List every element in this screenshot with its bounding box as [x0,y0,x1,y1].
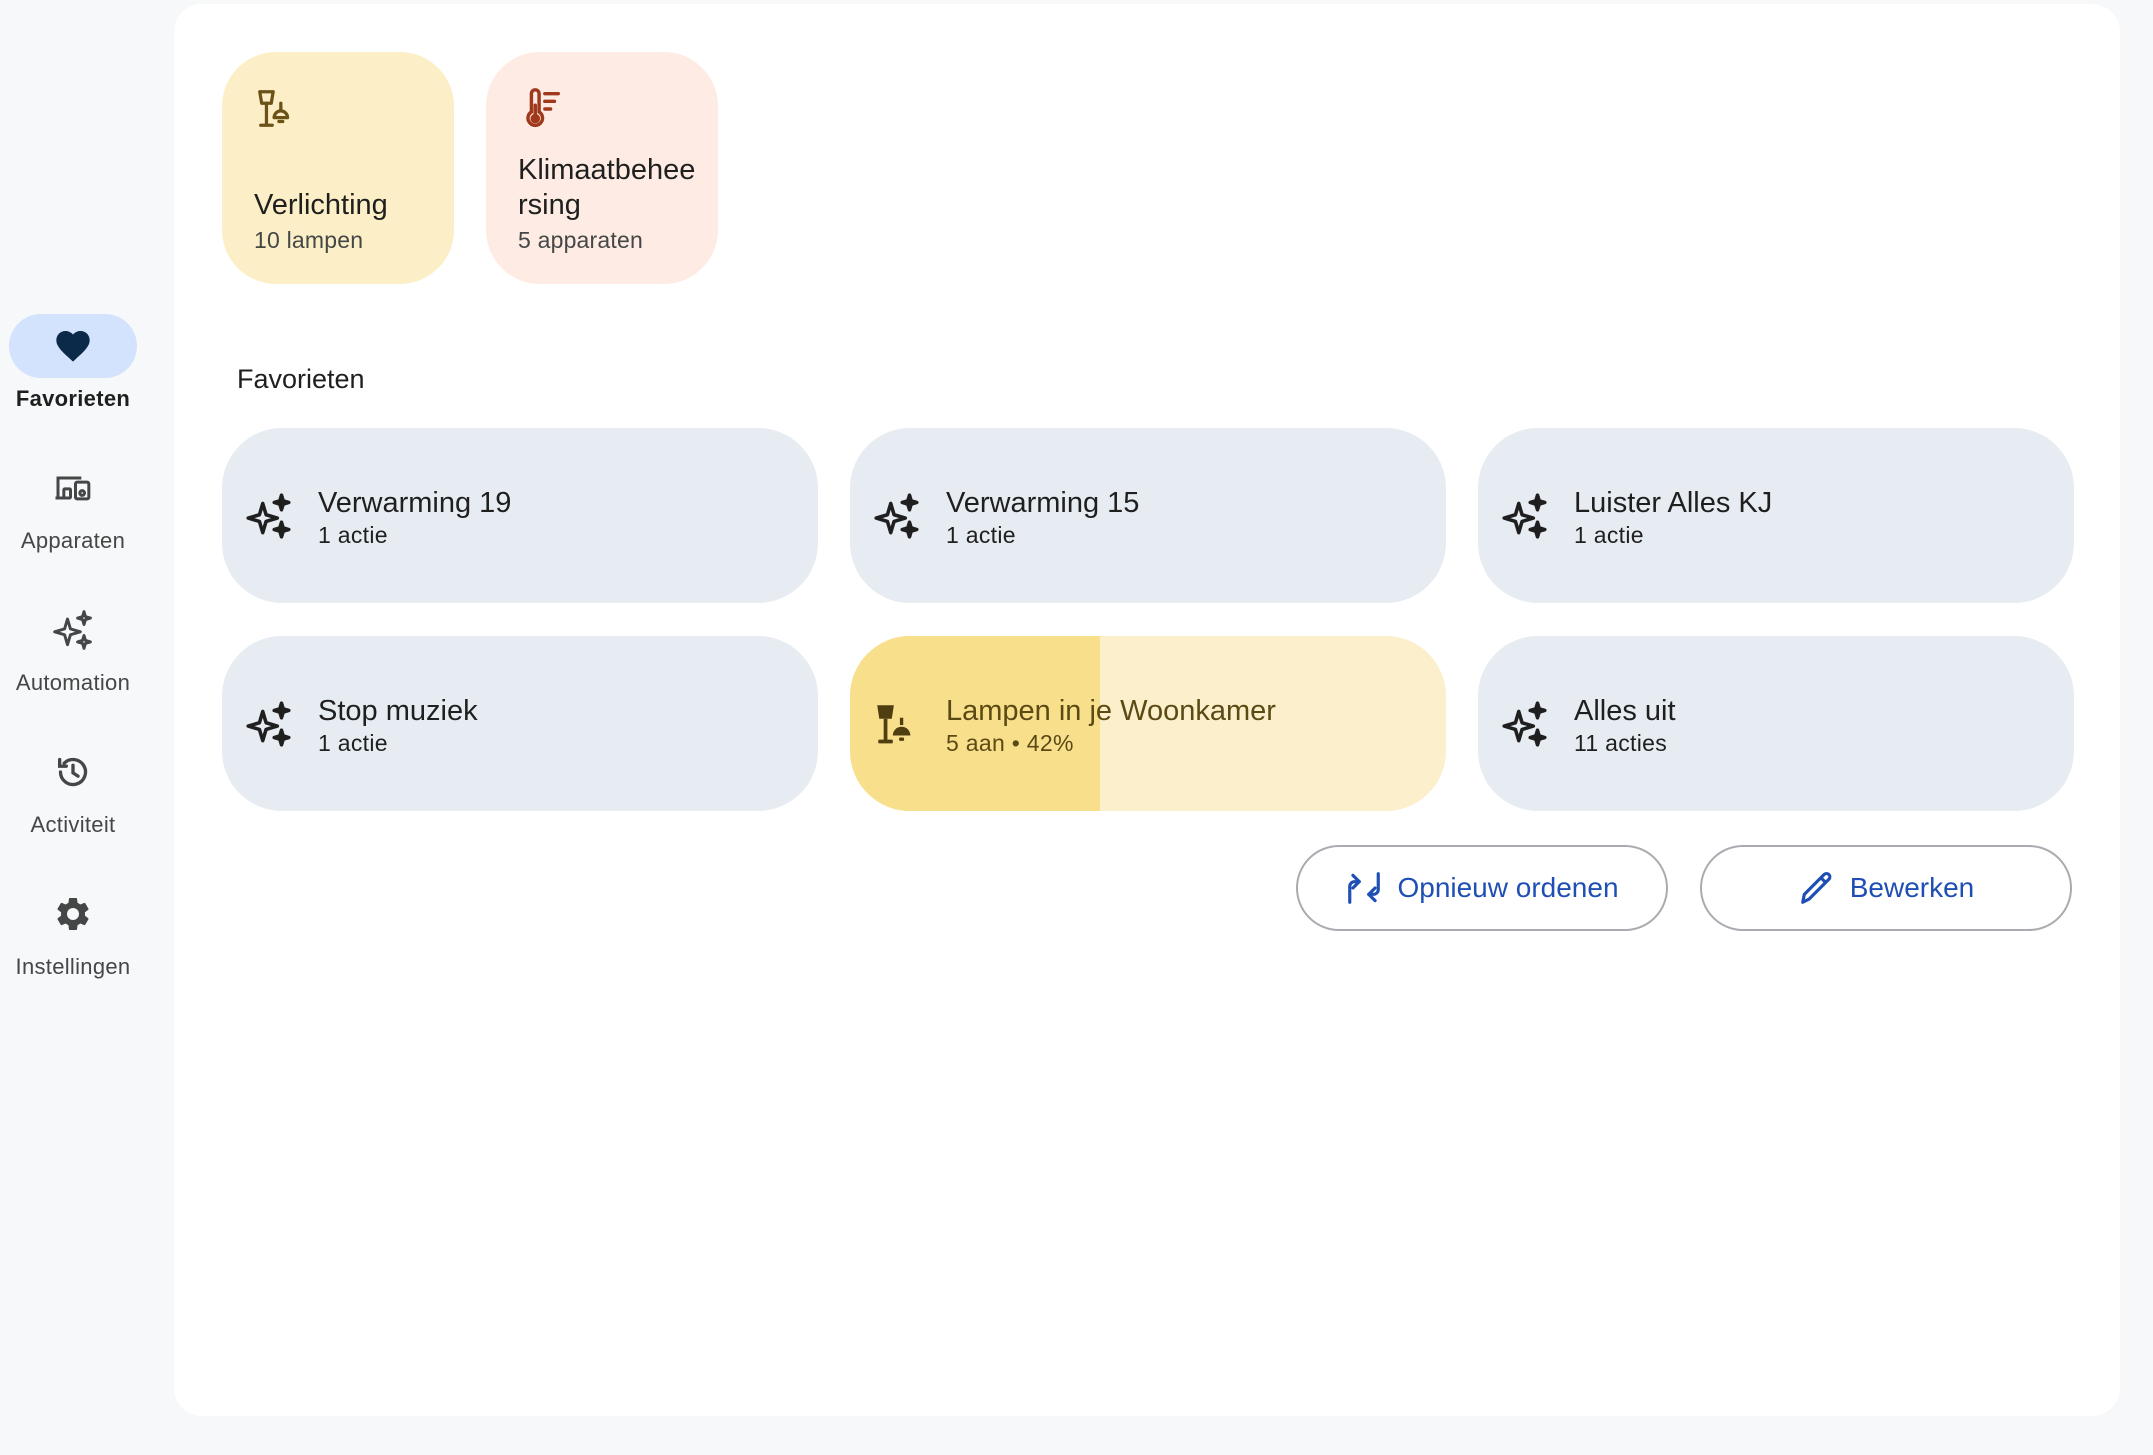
nav-pill [9,314,137,378]
nav-pill [9,740,137,804]
favorite-text: Verwarming 19 1 actie [318,486,511,549]
reorder-button-label: Opnieuw ordenen [1397,872,1619,903]
nav-item-favorieten[interactable]: Favorieten [0,314,146,412]
nav-label: Instellingen [15,954,131,979]
edit-button-label: Bewerken [1849,872,1975,903]
favorite-subtitle: 1 actie [1574,522,1644,548]
favorite-title: Lampen in je Woonkamer [946,695,1276,727]
history-icon [58,757,88,787]
favorite-subtitle: 1 actie [318,522,388,548]
favorite-card-lampen[interactable]: Lampen in je Woonkamer 5 aan • 42% [850,636,1446,811]
sparkle-icon [246,701,291,747]
lamp-icon [877,705,911,744]
sparkle-icon [246,493,291,539]
nav-item-apparaten[interactable]: Apparaten [0,456,146,554]
nav-pill [9,456,137,520]
nav-label: Automation [15,670,131,695]
favorite-text: Alles uit 11 acties [1574,694,1676,757]
nav-pill [9,598,137,662]
nav-item-instellingen[interactable]: Instellingen [0,882,146,980]
favorite-card[interactable]: Verwarming 15 1 actie [850,428,1446,603]
sparkle-icon [1502,701,1547,747]
main-panel: Verlichting 10 lampen Klimaatbeheersing … [174,4,2120,1416]
favorite-card[interactable]: Alles uit 11 acties [1478,636,2074,811]
favorite-title: Stop muziek [318,695,478,727]
tile-text: Verlichting 10 lampen [254,188,434,254]
nav-item-activiteit[interactable]: Activiteit [0,740,146,838]
nav-label: Apparaten [20,528,126,553]
thermostat-icon [526,88,560,127]
sparkle-icon [53,610,92,650]
sparkle-icon [874,493,919,539]
favorite-subtitle: 1 actie [318,730,388,756]
favorite-title: Verwarming 19 [318,487,512,519]
tile-verlichting[interactable]: Verlichting 10 lampen [222,52,454,284]
tile-text: Klimaatbeheersing 5 apparaten [518,153,698,254]
nav-label: Activiteit [30,812,116,837]
favorite-subtitle: 11 acties [1574,730,1668,756]
nav-label: Favorieten [15,386,131,411]
favorite-subtitle: 1 actie [946,522,1016,548]
favorite-card[interactable]: Verwarming 19 1 actie [222,428,818,603]
favorite-card[interactable]: Luister Alles KJ 1 actie [1478,428,2074,603]
favorite-text: Lampen in je Woonkamer 5 aan • 42% [946,694,1276,757]
edit-button[interactable]: Bewerken [1700,845,2072,931]
nav-pill [9,882,137,946]
tile-title: Verlichting [254,189,388,221]
favorite-text: Stop muziek 1 actie [318,694,478,757]
favorite-title: Verwarming 15 [946,487,1140,519]
reorder-icon [1348,872,1381,904]
nav-item-automation[interactable]: Automation [0,598,146,696]
tile-klimaatbeheersing[interactable]: Klimaatbeheersing 5 apparaten [486,52,718,284]
tile-title: Klimaatbeheersing [518,154,696,221]
favorite-text: Verwarming 15 1 actie [946,486,1139,549]
pencil-icon [1800,872,1832,904]
gear-icon [57,897,89,930]
reorder-button[interactable]: Opnieuw ordenen [1296,845,1668,931]
favorite-text: Luister Alles KJ 1 actie [1574,486,1772,549]
devices-icon [55,476,91,501]
lamp-icon [258,90,290,127]
favorite-subtitle: 5 aan • 42% [946,730,1074,756]
section-title-favorieten: Favorieten [237,364,365,394]
sparkle-icon [1502,493,1547,539]
tile-subtitle: 10 lampen [254,227,364,253]
favorite-card[interactable]: Stop muziek 1 actie [222,636,818,811]
favorite-title: Luister Alles KJ [1574,487,1773,519]
tile-subtitle: 5 apparaten [518,227,643,253]
heart-icon [56,331,90,362]
navigation-rail: Favorieten Apparaten Automation Activite… [0,0,146,1455]
favorite-title: Alles uit [1574,695,1676,727]
